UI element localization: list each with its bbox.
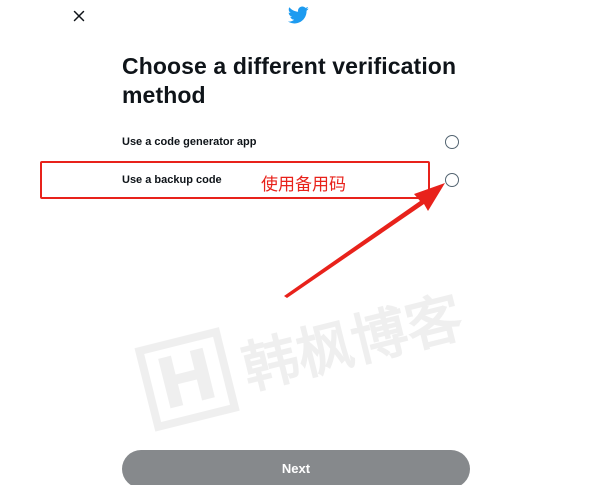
- watermark: H 韩枫博客: [130, 252, 479, 448]
- radio-backup-code[interactable]: [445, 173, 459, 187]
- verification-method-dialog: Choose a different verification method U…: [0, 0, 603, 485]
- watermark-text: 韩枫博客: [235, 284, 469, 402]
- option-code-generator-app[interactable]: Use a code generator app: [122, 130, 464, 154]
- annotation-highlight-box: [40, 161, 430, 199]
- watermark-logo: H: [134, 327, 240, 432]
- close-button[interactable]: [68, 5, 90, 27]
- twitter-bird-icon: [287, 6, 309, 24]
- radio-code-generator-app[interactable]: [445, 135, 459, 149]
- annotation-text: 使用备用码: [261, 175, 346, 195]
- close-icon: [73, 10, 85, 22]
- option-label: Use a code generator app: [122, 136, 257, 148]
- next-button[interactable]: Next: [122, 450, 470, 485]
- page-title: Choose a different verification method: [122, 53, 457, 108]
